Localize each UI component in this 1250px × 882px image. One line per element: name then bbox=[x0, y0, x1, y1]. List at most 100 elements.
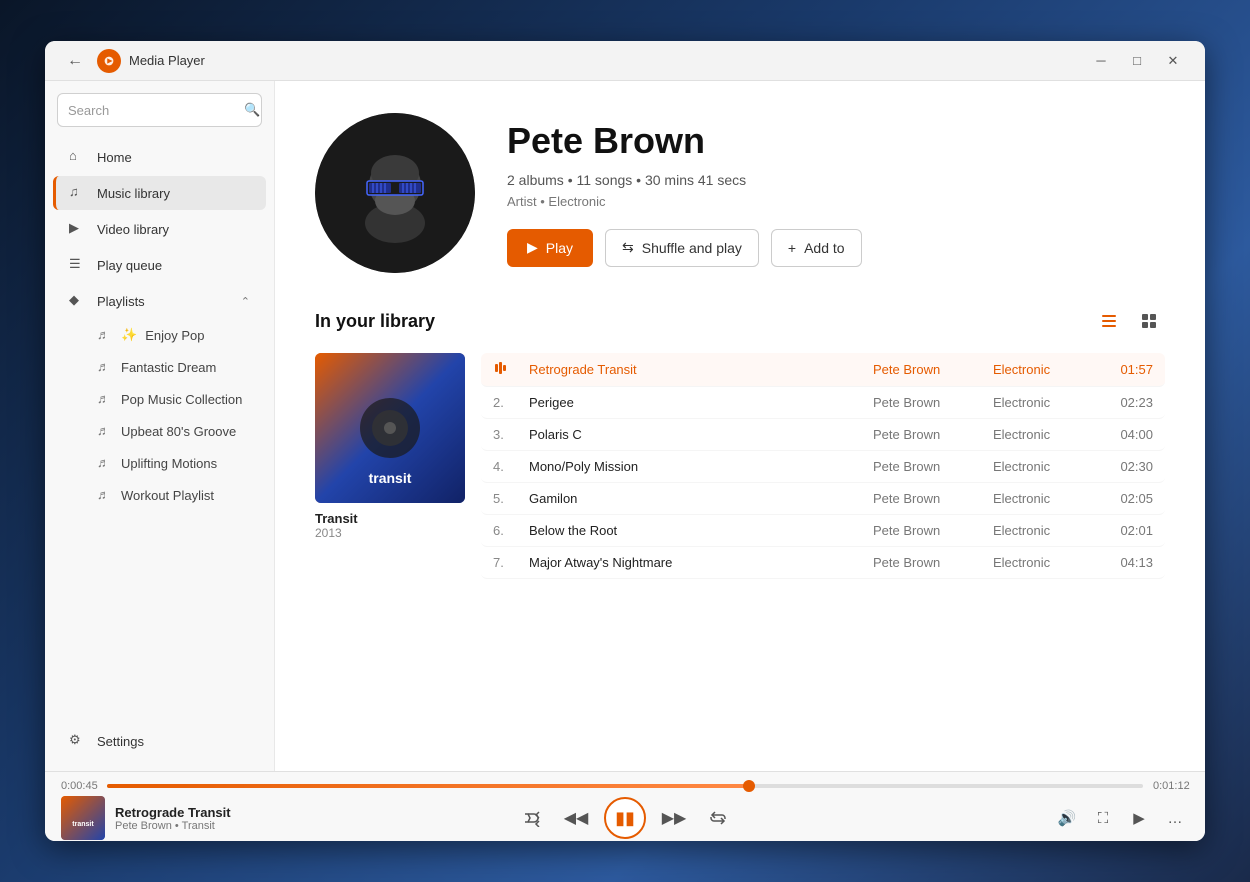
previous-button[interactable]: ◀◀ bbox=[560, 802, 592, 834]
playlist-label: Enjoy Pop bbox=[145, 328, 204, 343]
track-artist: Pete Brown bbox=[873, 523, 993, 538]
volume-icon[interactable]: 🔊 bbox=[1053, 804, 1081, 832]
play-button[interactable]: ▶ Play bbox=[507, 229, 593, 267]
progress-bar[interactable] bbox=[107, 784, 1143, 788]
sidebar: 🔍 ⌂ Home ♫ Music library ▶ Video library… bbox=[45, 81, 275, 771]
playlist-label: Pop Music Collection bbox=[121, 392, 242, 407]
track-genre: Electronic bbox=[993, 459, 1103, 474]
track-genre: Electronic bbox=[993, 395, 1103, 410]
songs-count: 11 songs bbox=[577, 172, 633, 188]
playlist-item-upbeat-80s-groove[interactable]: ♬ Upbeat 80's Groove bbox=[53, 416, 266, 446]
playlists-icon: ◆ bbox=[69, 292, 87, 310]
track-genre: Electronic bbox=[993, 555, 1103, 570]
track-name: Major Atway's Nightmare bbox=[529, 555, 873, 570]
playlist-item-uplifting-motions[interactable]: ♬ Uplifting Motions bbox=[53, 448, 266, 478]
shuffle-play-button[interactable]: ⇆ Shuffle and play bbox=[605, 229, 759, 267]
grid-view-button[interactable] bbox=[1133, 305, 1165, 337]
playlist-item-enjoy-pop[interactable]: ♬ ✨ Enjoy Pop bbox=[53, 320, 266, 350]
titlebar: ← Media Player ─ □ ✕ bbox=[45, 41, 1205, 81]
track-number: 3. bbox=[493, 427, 529, 442]
track-duration: 02:30 bbox=[1103, 459, 1153, 474]
table-row[interactable]: 3. Polaris C Pete Brown Electronic 04:00 bbox=[481, 419, 1165, 451]
search-input[interactable] bbox=[68, 103, 244, 118]
sidebar-item-label: Home bbox=[97, 150, 250, 165]
sidebar-item-play-queue[interactable]: ☰ Play queue bbox=[53, 248, 266, 282]
track-artist: Pete Brown bbox=[873, 555, 993, 570]
sidebar-item-settings[interactable]: ⚙ Settings bbox=[53, 724, 266, 758]
artist-meta: 2 albums • 11 songs • 30 mins 41 secs bbox=[507, 172, 1165, 188]
shuffle-icon: ⇆ bbox=[622, 239, 634, 256]
app-window: ← Media Player ─ □ ✕ 🔍 ⌂ Home ♫ Music li… bbox=[45, 41, 1205, 841]
minimize-button[interactable]: ─ bbox=[1085, 47, 1117, 75]
now-playing: transit Retrograde Transit Pete Brown • … bbox=[61, 796, 281, 840]
repeat-icon bbox=[709, 809, 727, 827]
next-button[interactable]: ▶▶ bbox=[658, 802, 690, 834]
back-button[interactable]: ← bbox=[61, 47, 89, 75]
album-title: Transit bbox=[315, 511, 465, 526]
artist-actions: ▶ Play ⇆ Shuffle and play + Add to bbox=[507, 229, 1165, 267]
sidebar-item-video-library[interactable]: ▶ Video library bbox=[53, 212, 266, 246]
track-list: Retrograde Transit Pete Brown Electronic… bbox=[481, 353, 1165, 579]
artist-header: Pete Brown 2 albums • 11 songs • 30 mins… bbox=[315, 113, 1165, 273]
playback-controls: ◀◀ ▮▮ ▶▶ bbox=[285, 797, 965, 839]
add-to-button[interactable]: + Add to bbox=[771, 229, 862, 267]
track-duration: 04:00 bbox=[1103, 427, 1153, 442]
miniplayer-button[interactable]: ▶ bbox=[1125, 804, 1153, 832]
track-duration: 02:01 bbox=[1103, 523, 1153, 538]
sidebar-item-label: Play queue bbox=[97, 258, 250, 273]
list-view-button[interactable] bbox=[1093, 305, 1125, 337]
sidebar-item-home[interactable]: ⌂ Home bbox=[53, 140, 266, 174]
now-playing-info: Retrograde Transit Pete Brown • Transit bbox=[115, 805, 281, 832]
add-label: Add to bbox=[804, 240, 844, 256]
close-button[interactable]: ✕ bbox=[1157, 47, 1189, 75]
shuffle-button[interactable] bbox=[516, 802, 548, 834]
play-icon: ▶ bbox=[527, 239, 538, 256]
artist-genre: Artist • Electronic bbox=[507, 194, 1165, 209]
playlist-icon: ♬ bbox=[97, 423, 113, 439]
table-row[interactable]: 7. Major Atway's Nightmare Pete Brown El… bbox=[481, 547, 1165, 579]
track-number: 5. bbox=[493, 491, 529, 506]
grid-view-icon bbox=[1140, 312, 1158, 330]
playlist-item-workout-playlist[interactable]: ♬ Workout Playlist bbox=[53, 480, 266, 510]
album-card[interactable]: transit Transit 2013 bbox=[315, 353, 465, 579]
now-playing-subtitle: Pete Brown • Transit bbox=[115, 820, 281, 832]
playlist-item-pop-music-collection[interactable]: ♬ Pop Music Collection bbox=[53, 384, 266, 414]
table-row[interactable]: 6. Below the Root Pete Brown Electronic … bbox=[481, 515, 1165, 547]
table-row[interactable]: 5. Gamilon Pete Brown Electronic 02:05 bbox=[481, 483, 1165, 515]
track-genre: Electronic bbox=[993, 523, 1103, 538]
track-genre: Electronic bbox=[993, 427, 1103, 442]
table-row[interactable]: 4. Mono/Poly Mission Pete Brown Electron… bbox=[481, 451, 1165, 483]
shuffle-label: Shuffle and play bbox=[642, 240, 742, 256]
library-title: In your library bbox=[315, 311, 435, 332]
artist-avatar bbox=[315, 113, 475, 273]
library-content: transit Transit 2013 Retrograde Transit … bbox=[315, 353, 1165, 579]
playlists-section-header[interactable]: ◆ Playlists ⌃ bbox=[53, 284, 266, 318]
repeat-button[interactable] bbox=[702, 802, 734, 834]
albums-count: 2 albums bbox=[507, 172, 564, 188]
duration: 30 mins 41 secs bbox=[645, 172, 746, 188]
track-artist: Pete Brown bbox=[873, 395, 993, 410]
table-row[interactable]: 2. Perigee Pete Brown Electronic 02:23 bbox=[481, 387, 1165, 419]
more-options-button[interactable]: … bbox=[1161, 804, 1189, 832]
table-row[interactable]: Retrograde Transit Pete Brown Electronic… bbox=[481, 353, 1165, 387]
track-number: 4. bbox=[493, 459, 529, 474]
music-icon: ♫ bbox=[69, 184, 87, 202]
pause-button[interactable]: ▮▮ bbox=[604, 797, 646, 839]
fullscreen-button[interactable]: ⛶ bbox=[1089, 804, 1117, 832]
progress-fill bbox=[107, 784, 749, 788]
svg-text:transit: transit bbox=[369, 470, 412, 486]
settings-label: Settings bbox=[97, 734, 250, 749]
sparkle-icon: ✨ bbox=[121, 327, 137, 343]
album-year: 2013 bbox=[315, 526, 465, 540]
playing-icon bbox=[493, 361, 507, 375]
maximize-button[interactable]: □ bbox=[1121, 47, 1153, 75]
sidebar-item-music-library[interactable]: ♫ Music library bbox=[53, 176, 266, 210]
playlist-icon: ♬ bbox=[97, 327, 113, 343]
search-box[interactable]: 🔍 bbox=[57, 93, 262, 127]
track-name: Below the Root bbox=[529, 523, 873, 538]
playlist-label: Workout Playlist bbox=[121, 488, 214, 503]
track-number: 7. bbox=[493, 555, 529, 570]
playlist-item-fantastic-dream[interactable]: ♬ Fantastic Dream bbox=[53, 352, 266, 382]
bullet2: • bbox=[636, 172, 645, 188]
playlist-label: Uplifting Motions bbox=[121, 456, 217, 471]
